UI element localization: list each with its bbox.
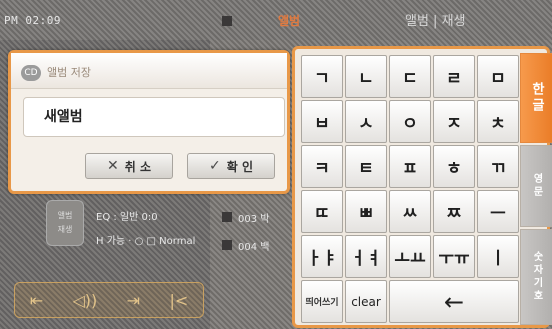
key-22[interactable]: ㅗㅛ: [389, 235, 431, 278]
clear-key[interactable]: clear: [345, 280, 387, 323]
cd-icon: CD: [21, 65, 41, 81]
space-key[interactable]: 띄어쓰기: [301, 280, 343, 323]
cancel-label: 취 소: [124, 159, 151, 174]
skip-back-icon[interactable]: |<: [169, 291, 188, 310]
tab-number-symbol[interactable]: 숫자기호: [520, 229, 552, 325]
key-2[interactable]: ㄷ: [389, 55, 431, 98]
list-item[interactable]: 003 박: [238, 210, 269, 225]
key-10[interactable]: ㅋ: [301, 145, 343, 188]
key-4[interactable]: ㅁ: [477, 55, 519, 98]
list-item-icon: [222, 240, 232, 250]
hangul-keyboard: ㄱㄴㄷㄹㅁㅂㅅㅇㅈㅊㅋㅌㅍㅎㄲㄸㅃㅆㅉㅡㅏㅑ ㅓㅕ ㅗㅛ ㅜㅠㅣ 띄어쓰기 clear ← …: [292, 46, 552, 328]
dialog-title: 앨범 저장: [47, 66, 91, 79]
key-13[interactable]: ㅎ: [433, 145, 475, 188]
close-icon: ✕: [107, 158, 119, 174]
next-icon[interactable]: ⇥: [127, 291, 140, 310]
cancel-button[interactable]: ✕ 취 소: [85, 153, 173, 179]
track-detail: H 가능 · ○ □ Normal: [96, 236, 196, 247]
eq-info: EQ : 일반 0:0: [96, 212, 158, 223]
key-15[interactable]: ㄸ: [301, 190, 343, 233]
volume-icon[interactable]: ◁)): [72, 291, 97, 310]
tab-hangul[interactable]: 한글: [520, 53, 552, 143]
key-24[interactable]: ㅣ: [477, 235, 519, 278]
list-item[interactable]: 004 백: [238, 238, 269, 253]
key-8[interactable]: ㅈ: [433, 100, 475, 143]
key-16[interactable]: ㅃ: [345, 190, 387, 233]
key-11[interactable]: ㅌ: [345, 145, 387, 188]
key-grid: ㄱㄴㄷㄹㅁㅂㅅㅇㅈㅊㅋㅌㅍㅎㄲㄸㅃㅆㅉㅡㅏㅑ ㅓㅕ ㅗㅛ ㅜㅠㅣ 띄어쓰기 clear ←: [301, 55, 519, 325]
key-3[interactable]: ㄹ: [433, 55, 475, 98]
album-badge: 앨범 재생: [46, 200, 84, 246]
album-name-input[interactable]: 새앨범: [23, 97, 285, 137]
prev-icon[interactable]: ⇤: [30, 291, 43, 310]
top-menu: 앨범 | 재생: [405, 14, 466, 29]
key-5[interactable]: ㅂ: [301, 100, 343, 143]
clock: PM 02:09: [4, 14, 61, 27]
backspace-key[interactable]: ←: [389, 280, 519, 323]
key-0[interactable]: ㄱ: [301, 55, 343, 98]
confirm-label: 확 인: [226, 159, 253, 174]
key-21[interactable]: ㅓㅕ: [345, 235, 387, 278]
key-1[interactable]: ㄴ: [345, 55, 387, 98]
key-17[interactable]: ㅆ: [389, 190, 431, 233]
key-9[interactable]: ㅊ: [477, 100, 519, 143]
tab-english[interactable]: 영문: [520, 145, 552, 227]
confirm-button[interactable]: ✓ 확 인: [187, 153, 275, 179]
list-item-icon: [222, 212, 232, 222]
album-save-dialog: CD 앨범 저장 새앨범 ✕ 취 소 ✓ 확 인: [8, 50, 290, 194]
dialog-title-bar: CD 앨범 저장: [11, 53, 287, 89]
check-icon: ✓: [209, 158, 221, 174]
key-19[interactable]: ㅡ: [477, 190, 519, 233]
key-6[interactable]: ㅅ: [345, 100, 387, 143]
now-playing-title: 앨범: [278, 14, 301, 28]
playback-controls: ⇤ ◁)) ⇥ |<: [14, 282, 204, 318]
status-bar: [0, 0, 552, 40]
key-7[interactable]: ㅇ: [389, 100, 431, 143]
key-20[interactable]: ㅏㅑ: [301, 235, 343, 278]
key-23[interactable]: ㅜㅠ: [433, 235, 475, 278]
key-12[interactable]: ㅍ: [389, 145, 431, 188]
key-18[interactable]: ㅉ: [433, 190, 475, 233]
stop-icon: [222, 16, 232, 26]
key-14[interactable]: ㄲ: [477, 145, 519, 188]
